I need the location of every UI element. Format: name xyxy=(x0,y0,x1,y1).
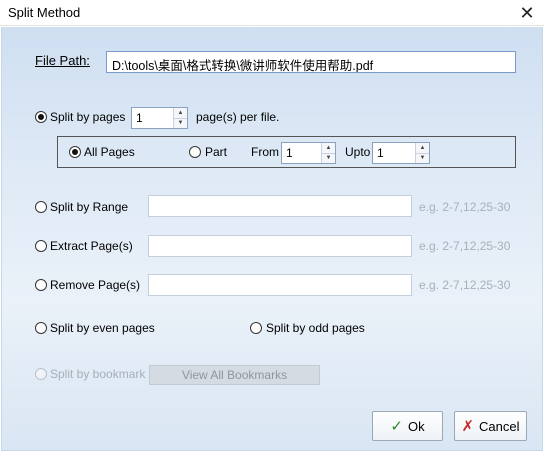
arrow-up-icon: ▲ xyxy=(177,109,184,116)
odd-pages-label: Split by odd pages xyxy=(266,321,365,335)
pages-per-file-suffix: page(s) per file. xyxy=(196,110,280,124)
extract-pages-radio[interactable] xyxy=(35,240,47,252)
title-bar: Split Method ✕ xyxy=(0,0,544,26)
cancel-button[interactable]: ✗ Cancel xyxy=(454,411,527,441)
ok-button[interactable]: ✓ Ok xyxy=(372,411,443,441)
pages-per-file-up-button[interactable]: ▲ xyxy=(174,108,187,119)
view-all-bookmarks-button[interactable]: View All Bookmarks xyxy=(149,365,320,385)
window-title: Split Method xyxy=(8,5,81,20)
file-path-input[interactable]: D:\tools\桌面\格式转换\微讲师软件使用帮助.pdf xyxy=(106,51,516,73)
part-radio[interactable] xyxy=(189,146,201,158)
split-by-range-input[interactable] xyxy=(148,195,412,217)
extract-pages-hint: e.g. 2-7,12,25-30 xyxy=(419,239,511,253)
remove-pages-input[interactable] xyxy=(148,274,412,296)
extract-pages-label: Extract Page(s) xyxy=(50,239,133,253)
even-pages-radio[interactable] xyxy=(35,322,47,334)
arrow-up-icon: ▲ xyxy=(325,144,332,151)
even-pages-label: Split by even pages xyxy=(50,321,155,335)
split-by-range-hint: e.g. 2-7,12,25-30 xyxy=(419,200,511,214)
part-label: Part xyxy=(205,145,228,159)
pages-per-file-stepper[interactable]: 1 ▲ ▼ xyxy=(131,107,188,129)
from-value[interactable]: 1 xyxy=(282,143,321,163)
upto-label: Upto xyxy=(345,145,371,159)
arrow-down-icon: ▼ xyxy=(419,155,426,162)
split-by-pages-label: Split by pages xyxy=(50,110,126,124)
split-by-bookmark-label: Split by bookmark xyxy=(50,367,146,381)
cancel-button-label: Cancel xyxy=(479,418,520,434)
remove-pages-hint: e.g. 2-7,12,25-30 xyxy=(419,278,511,292)
pages-per-file-value[interactable]: 1 xyxy=(132,108,173,128)
dialog-body: File Path: D:\tools\桌面\格式转换\微讲师软件使用帮助.pd… xyxy=(1,27,543,451)
from-spin: ▲ ▼ xyxy=(321,143,335,163)
upto-spin: ▲ ▼ xyxy=(415,143,429,163)
upto-up-button[interactable]: ▲ xyxy=(416,143,429,154)
close-icon: ✕ xyxy=(519,2,535,23)
remove-pages-label: Remove Page(s) xyxy=(50,278,141,292)
upto-stepper[interactable]: 1 ▲ ▼ xyxy=(372,142,430,164)
split-by-range-radio[interactable] xyxy=(35,201,47,213)
pages-per-file-down-button[interactable]: ▼ xyxy=(174,118,187,128)
split-by-range-label: Split by Range xyxy=(50,200,129,214)
arrow-down-icon: ▼ xyxy=(325,155,332,162)
odd-pages-radio[interactable] xyxy=(250,322,262,334)
all-pages-label: All Pages xyxy=(84,145,135,159)
all-pages-radio[interactable] xyxy=(69,146,81,158)
check-icon: ✓ xyxy=(390,418,403,435)
from-down-button[interactable]: ▼ xyxy=(322,153,335,163)
from-stepper[interactable]: 1 ▲ ▼ xyxy=(281,142,336,164)
close-button[interactable]: ✕ xyxy=(510,0,544,26)
remove-pages-radio[interactable] xyxy=(35,279,47,291)
extract-pages-input[interactable] xyxy=(148,235,412,257)
arrow-up-icon: ▲ xyxy=(419,144,426,151)
upto-value[interactable]: 1 xyxy=(373,143,415,163)
x-icon: ✗ xyxy=(461,418,475,435)
upto-down-button[interactable]: ▼ xyxy=(416,153,429,163)
from-up-button[interactable]: ▲ xyxy=(322,143,335,154)
ok-button-label: Ok xyxy=(407,418,425,434)
arrow-down-icon: ▼ xyxy=(177,120,184,127)
split-by-pages-radio[interactable] xyxy=(35,111,47,123)
pages-per-file-spin: ▲ ▼ xyxy=(173,108,187,128)
from-label: From xyxy=(251,145,279,159)
split-by-bookmark-radio[interactable] xyxy=(35,368,47,380)
file-path-label: File Path: xyxy=(35,53,90,68)
